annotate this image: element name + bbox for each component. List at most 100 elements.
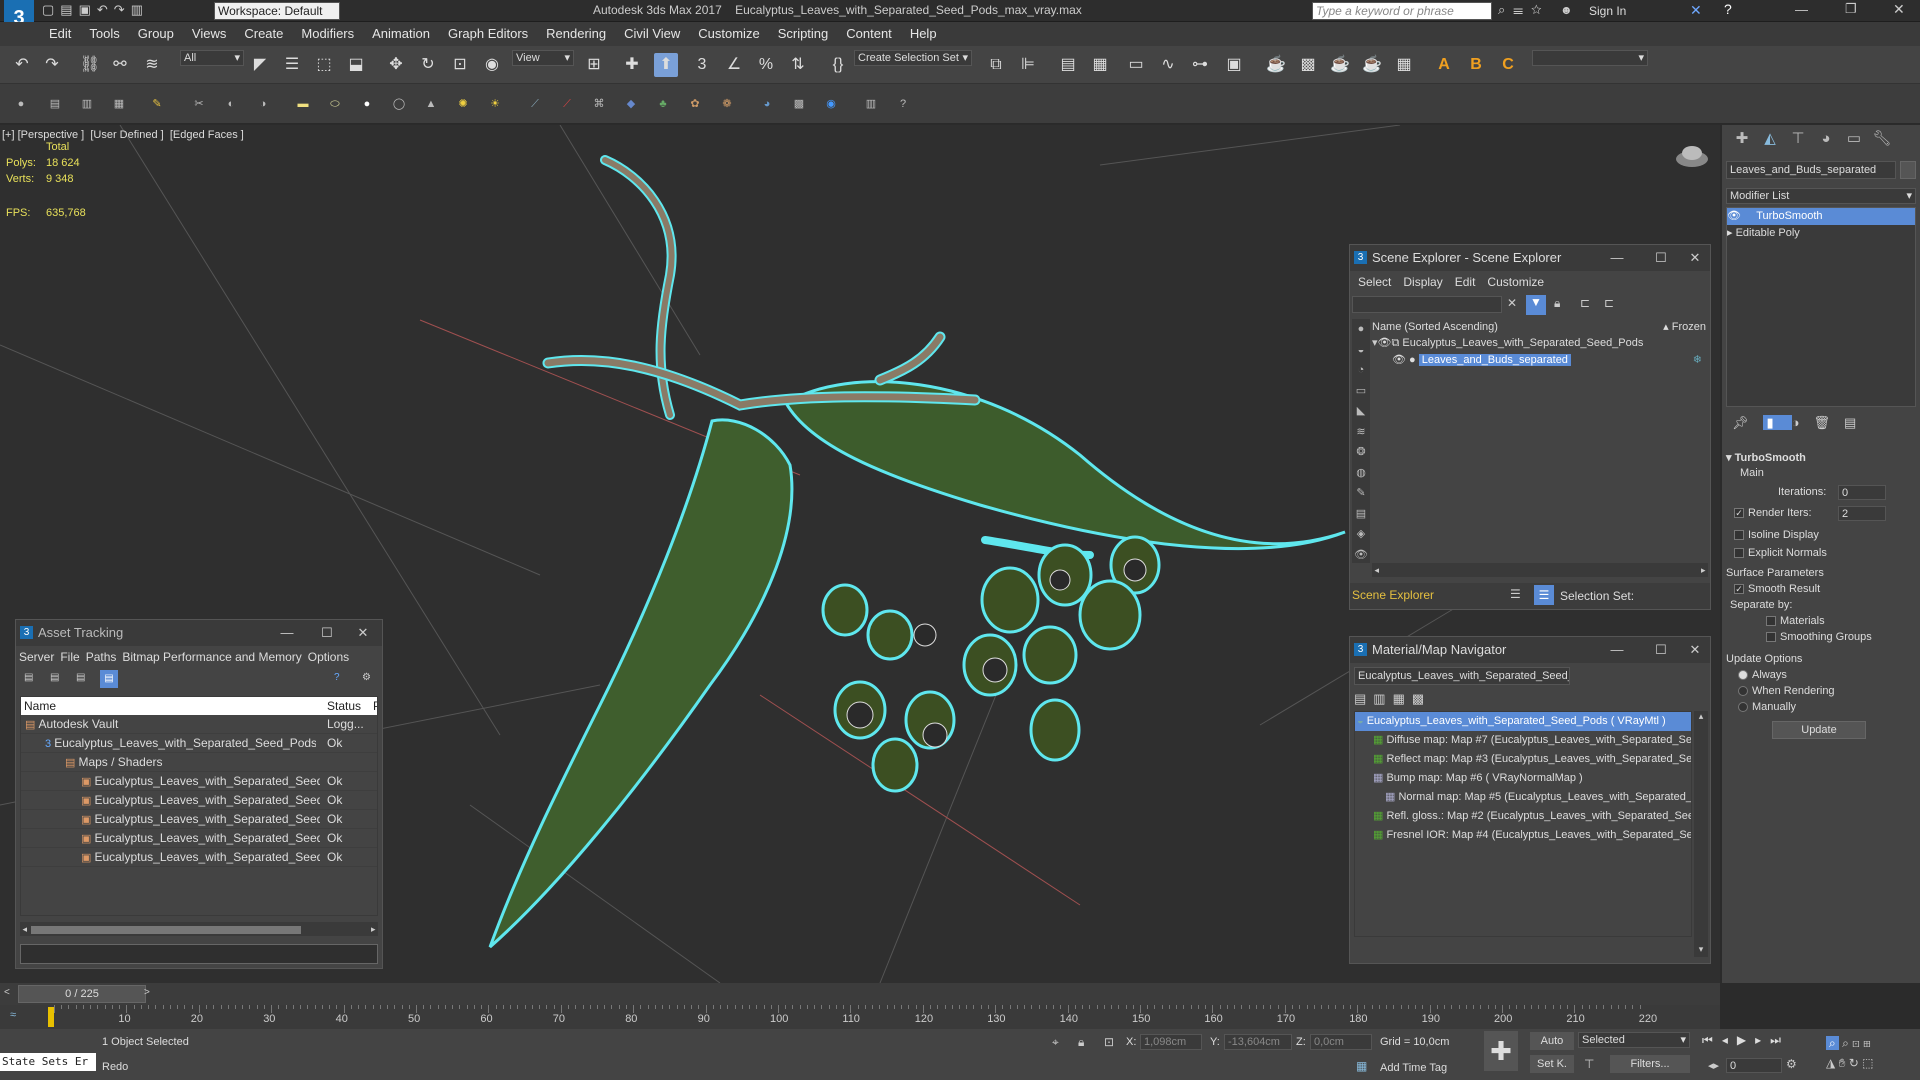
maximize-viewport-icon[interactable]: ⬚ — [1862, 1056, 1873, 1070]
geometry-filter-icon[interactable]: ◒ — [1352, 340, 1370, 361]
undo-icon[interactable]: ↶ — [10, 53, 34, 77]
lights-filter-icon[interactable]: ▭ — [1352, 381, 1370, 402]
menu-item[interactable]: Rendering — [537, 22, 615, 46]
material-name-field[interactable]: Eucalyptus_Leaves_with_Separated_Seed_Po… — [1354, 667, 1570, 685]
materials-row[interactable]: Materials — [1726, 615, 1916, 631]
minimize-icon[interactable]: — — [1795, 2, 1808, 17]
smoothing-groups-row[interactable]: Smoothing Groups — [1726, 631, 1916, 653]
help-icon[interactable]: ? — [1724, 1, 1732, 17]
asset-tracking-menu-item[interactable]: Paths — [83, 646, 120, 668]
move-icon[interactable]: ✥ — [384, 53, 408, 77]
filters-button[interactable]: Filters... — [1610, 1055, 1690, 1073]
prev-frame-icon[interactable]: < — [4, 987, 10, 998]
asset-row[interactable]: ▣ Eucalyptus_Leaves_with_Separated_Seed.… — [21, 772, 377, 791]
binoculars-icon[interactable]: ⌕ — [1498, 2, 1513, 17]
toolbar2-icon-9[interactable]: ⟋ — [526, 95, 544, 113]
current-frame-field[interactable]: 0 — [1726, 1058, 1782, 1073]
selection-set-icon[interactable]: ☰ — [1534, 585, 1554, 605]
toolbar2-icon-16[interactable]: ◕ — [758, 95, 776, 113]
scene-explorer-menu-item[interactable]: Customize — [1481, 271, 1550, 293]
key-mode-toggle-icon[interactable]: ◂▸ — [1708, 1059, 1719, 1072]
material-tree-item[interactable]: ▦ Diffuse map: Map #7 (Eucalyptus_Leaves… — [1355, 731, 1691, 750]
scene-explorer-name-field[interactable]: Scene Explorer — [1352, 588, 1434, 602]
rendered-frame-window-icon[interactable]: ▩ — [1296, 53, 1320, 77]
next-key-icon[interactable]: ▸ — [1755, 1033, 1770, 1047]
view-small-icons-icon[interactable]: ▦ — [1393, 691, 1412, 706]
select-manipulate-icon[interactable]: ✚ — [620, 53, 644, 77]
visibility-filter-icon[interactable]: 👁︎ — [1352, 545, 1370, 566]
menu-item[interactable]: Create — [235, 22, 292, 46]
show-end-result-icon[interactable]: ▮ — [1762, 415, 1792, 430]
rotate-icon[interactable]: ↻ — [416, 53, 440, 77]
utilities-tab-icon[interactable]: 🔧︎ — [1868, 125, 1896, 153]
close-icon[interactable]: ✕ — [1893, 1, 1905, 18]
unlink-icon[interactable]: ⚯ — [108, 53, 132, 77]
toolbar2-icon-6[interactable]: ✂ — [190, 95, 208, 113]
menu-item[interactable]: Scripting — [769, 22, 838, 46]
frozen-column-header[interactable]: ▴ Frozen — [1663, 319, 1706, 335]
always-radio[interactable] — [1738, 670, 1748, 681]
scene-explorer-toggle-icon[interactable]: ▤ — [1056, 53, 1080, 77]
toolbar2-icon-11[interactable]: ⌘ — [590, 95, 608, 113]
close-icon[interactable]: ✕ — [1680, 637, 1710, 663]
toolbar2-icon-19[interactable]: ▥ — [862, 95, 880, 113]
layer-explorer-icon[interactable]: ▦ — [1088, 53, 1112, 77]
update-button[interactable]: Update — [1772, 721, 1866, 739]
save-icon[interactable]: ▣ — [79, 2, 97, 17]
toolbar2-icon-7[interactable]: ◐ — [222, 95, 240, 113]
toolbar2-icon-1[interactable]: ● — [12, 95, 30, 113]
angle-snap-icon[interactable]: ∠ — [722, 53, 746, 77]
restore-icon[interactable]: ❐ — [1845, 1, 1857, 17]
add-time-tag[interactable]: Add Time Tag — [1380, 1062, 1447, 1074]
motion-tab-icon[interactable]: ◕ — [1812, 125, 1840, 153]
menu-item[interactable]: Customize — [689, 22, 768, 46]
scale-icon[interactable]: ⊡ — [448, 53, 472, 77]
manually-radio[interactable] — [1738, 702, 1748, 713]
menu-item[interactable]: Views — [183, 22, 235, 46]
toolbar2-icon-14[interactable]: ✿ — [686, 95, 704, 113]
expand-icon[interactable]: ▸ — [1727, 227, 1733, 239]
menu-item[interactable]: Animation — [363, 22, 439, 46]
modify-tab-icon[interactable]: ◭ — [1756, 125, 1784, 153]
vray-c-icon[interactable]: C — [1496, 53, 1520, 77]
iterations-spinner[interactable]: 0 — [1838, 485, 1886, 500]
next-frame-icon[interactable]: > — [144, 987, 150, 998]
maximize-icon[interactable]: ☐ — [312, 620, 342, 646]
asset-tracking-titlebar[interactable]: 3 Asset Tracking — ☐ ✕ — [16, 620, 382, 646]
xrefs-filter-icon[interactable]: ✎ — [1352, 483, 1370, 504]
visibility-icon[interactable]: 👁︎ — [1378, 337, 1392, 349]
always-row[interactable]: Always — [1726, 669, 1916, 685]
minimize-icon[interactable]: — — [272, 620, 302, 646]
toolbar2-icon-4[interactable]: ▦ — [110, 95, 128, 113]
menu-item[interactable]: Graph Editors — [439, 22, 537, 46]
set-key-button[interactable]: Set K. — [1530, 1055, 1574, 1073]
toolbar2-icon-13[interactable]: ♣ — [654, 95, 672, 113]
horizontal-scrollbar[interactable]: ◂ ▸ — [20, 922, 378, 936]
scene-row[interactable]: ▾👁︎⧉ Eucalyptus_Leaves_with_Separated_Se… — [1372, 335, 1708, 352]
time-slider[interactable]: < 0 / 225 > — [0, 983, 1720, 1005]
render-iterative-icon[interactable]: ☕ — [1360, 53, 1384, 77]
menu-item[interactable]: Civil View — [615, 22, 689, 46]
torus-icon[interactable]: ◯ — [390, 95, 408, 113]
menu-item[interactable]: Group — [129, 22, 183, 46]
scene-explorer-search-input[interactable] — [1352, 296, 1502, 313]
toolbar2-icon-3[interactable]: ▥ — [78, 95, 96, 113]
snaps-toggle-icon[interactable]: 3 — [690, 53, 714, 77]
asset-row[interactable]: 3 Eucalyptus_Leaves_with_Separated_Seed_… — [21, 734, 377, 753]
table-view-icon[interactable]: ▤ — [76, 672, 85, 683]
vertical-scrollbar[interactable]: ▴ ▾ — [1694, 711, 1708, 957]
window-crossing-icon[interactable]: ⬓ — [344, 53, 368, 77]
configure-sets-icon[interactable]: ▤ — [1844, 415, 1870, 430]
toolbar2-icon-2[interactable]: ▤ — [46, 95, 64, 113]
upper-leaf[interactable] — [783, 380, 1346, 551]
spinner-snap-icon[interactable]: ⇅ — [786, 53, 810, 77]
tree-view-icon[interactable]: ▤ — [50, 672, 59, 683]
render-iters-spinner[interactable]: 2 — [1838, 506, 1886, 521]
help-search-input[interactable]: Type a keyword or phrase — [1312, 2, 1492, 20]
material-tree-item[interactable]: ▦ Refl. gloss.: Map #2 (Eucalyptus_Leave… — [1355, 807, 1691, 826]
open-file-icon[interactable]: ▤ — [60, 2, 78, 17]
placement-icon[interactable]: ◉ — [480, 53, 504, 77]
asset-row[interactable]: ▣ Eucalyptus_Leaves_with_Separated_Seed.… — [21, 791, 377, 810]
material-navigator-titlebar[interactable]: 3 Material/Map Navigator — ☐ ✕ — [1350, 637, 1710, 663]
link-icon[interactable]: ⛓ — [78, 53, 102, 77]
